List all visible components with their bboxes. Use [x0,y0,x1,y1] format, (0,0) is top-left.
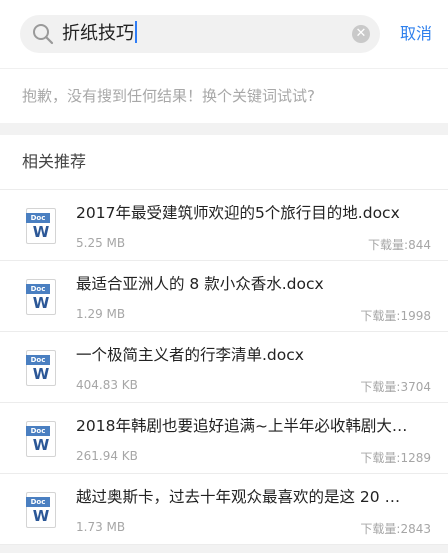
item-downloads: 下载量:844 [368,238,431,252]
doc-letter: W [32,365,50,383]
cancel-button[interactable]: 取消 [400,15,432,53]
list-item[interactable]: Doc W 2018年韩剧也要追好追满~上半年必收韩剧大… 261.94 KB … [0,403,448,474]
doc-letter: W [32,436,50,454]
doc-badge: Doc [26,497,50,507]
item-downloads: 下载量:2843 [360,522,431,536]
word-doc-icon: Doc W [26,350,56,386]
word-doc-icon: Doc W [26,208,56,244]
section-divider [0,123,448,135]
doc-letter: W [32,223,50,241]
item-size: 261.94 KB [76,449,138,463]
item-title: 一个极简主义者的行李清单.docx [76,346,304,364]
no-results-message: 抱歉，没有搜到任何结果！换个关键词试试? [0,68,448,123]
item-size: 1.29 MB [76,307,126,321]
doc-badge: Doc [26,284,50,294]
item-title: 2018年韩剧也要追好追满~上半年必收韩剧大… [76,417,408,435]
doc-letter: W [32,294,50,312]
search-input[interactable]: 折纸技巧 [62,15,137,53]
search-query-text: 折纸技巧 [62,23,134,44]
list-item[interactable]: Doc W 越过奥斯卡，过去十年观众最喜欢的是这 20 … 1.73 MB 下载… [0,474,448,545]
doc-badge: Doc [26,355,50,365]
doc-letter: W [32,507,50,525]
item-downloads: 下载量:1998 [360,309,431,323]
item-title: 2017年最受建筑师欢迎的5个旅行目的地.docx [76,204,400,222]
word-doc-icon: Doc W [26,421,56,457]
search-bar: 折纸技巧 ✕ 取消 [0,0,448,68]
list-item[interactable]: Doc W 2017年最受建筑师欢迎的5个旅行目的地.docx 5.25 MB … [0,190,448,261]
word-doc-icon: Doc W [26,279,56,315]
item-title: 越过奥斯卡，过去十年观众最喜欢的是这 20 … [76,488,401,506]
item-downloads: 下载量:3704 [360,380,431,394]
recommend-header: 相关推荐 [0,135,448,190]
item-size: 404.83 KB [76,378,138,392]
text-caret [135,21,137,43]
word-doc-icon: Doc W [26,492,56,528]
item-downloads: 下载量:1289 [360,451,431,465]
search-icon [33,24,54,45]
item-size: 1.73 MB [76,520,126,534]
item-size: 5.25 MB [76,236,126,250]
doc-badge: Doc [26,426,50,436]
clear-icon[interactable]: ✕ [352,25,370,43]
item-title: 最适合亚洲人的 8 款小众香水.docx [76,275,324,293]
list-item[interactable]: Doc W 最适合亚洲人的 8 款小众香水.docx 1.29 MB 下载量:1… [0,261,448,332]
list-item[interactable]: Doc W 一个极简主义者的行李清单.docx 404.83 KB 下载量:37… [0,332,448,403]
search-box[interactable]: 折纸技巧 ✕ [20,15,380,53]
recommend-list: Doc W 2017年最受建筑师欢迎的5个旅行目的地.docx 5.25 MB … [0,190,448,545]
doc-badge: Doc [26,213,50,223]
